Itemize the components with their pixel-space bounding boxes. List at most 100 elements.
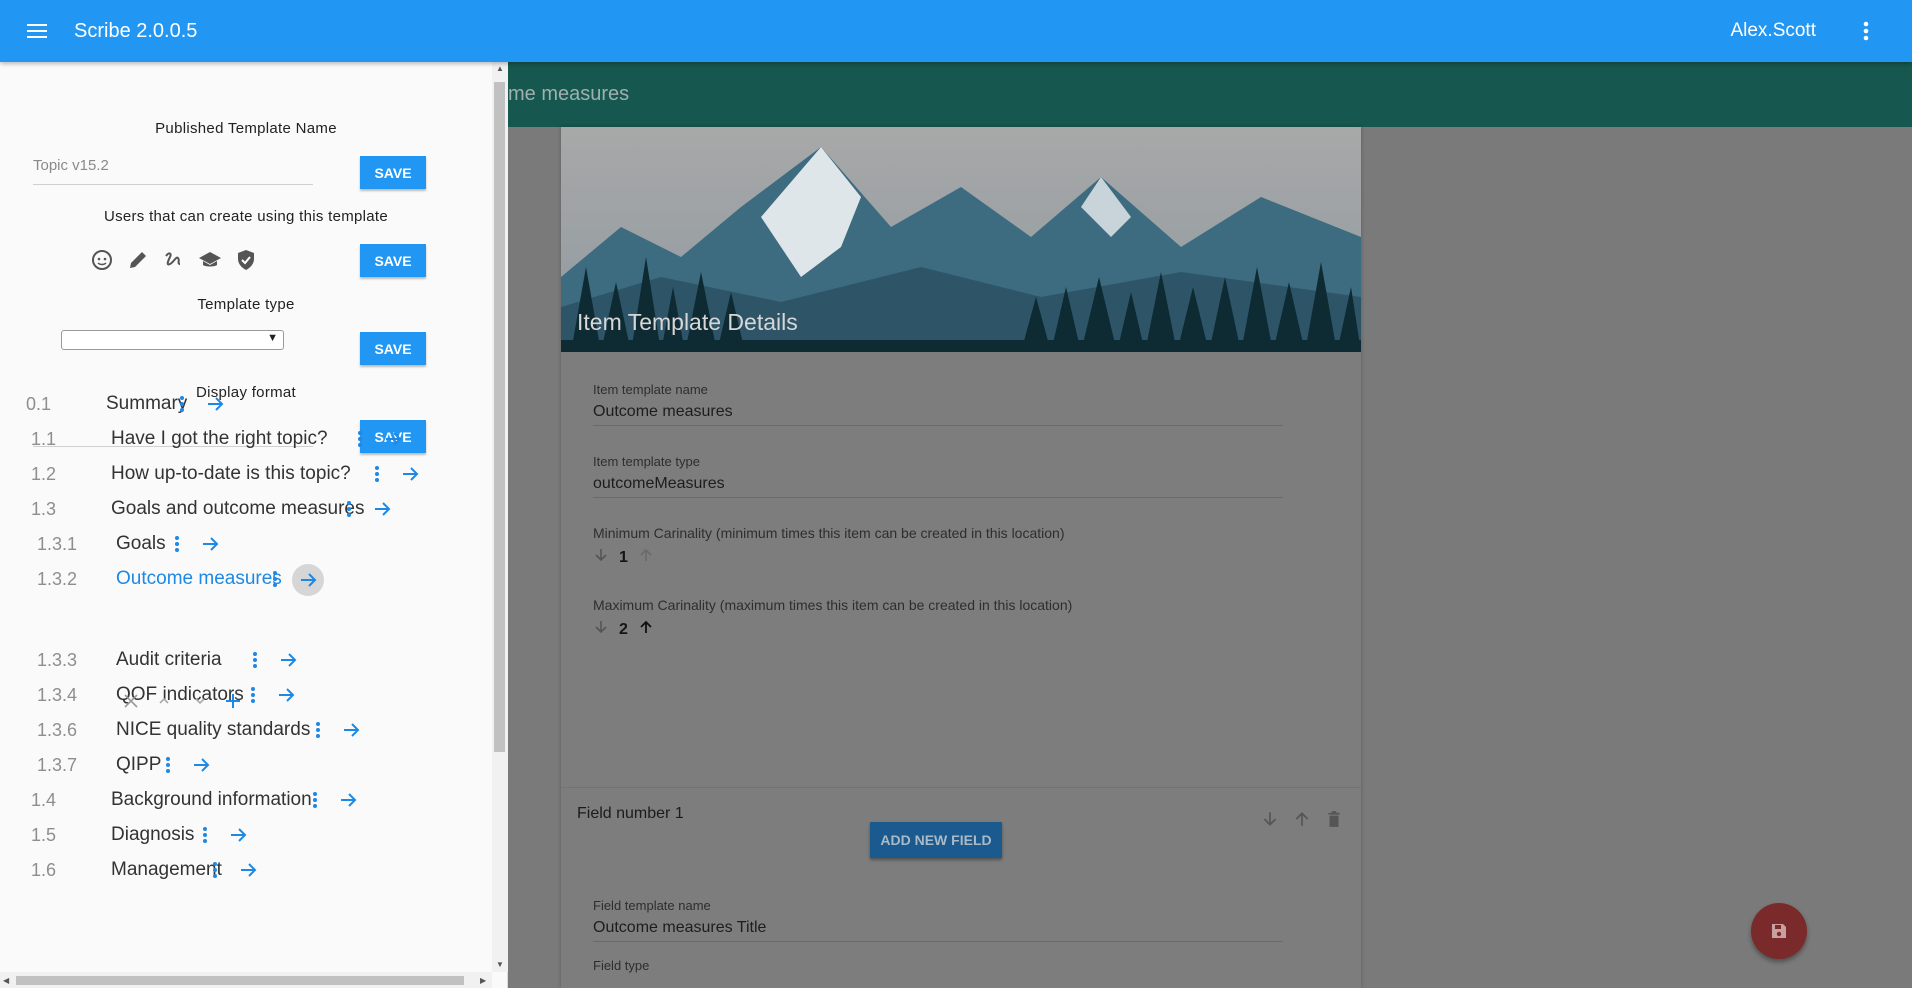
tree-item[interactable]: 1.3 Goals and outcome measures — [0, 494, 492, 524]
tree-item-label[interactable]: How up-to-date is this topic? — [111, 463, 351, 485]
tree-item[interactable]: 1.3.4 QOF indicators — [0, 680, 492, 710]
tree-item-label[interactable]: NICE quality standards — [116, 719, 310, 741]
arrow-forward-icon[interactable] — [191, 755, 211, 780]
tree-item-label[interactable]: Summary — [106, 393, 187, 415]
more-vert-icon[interactable] — [179, 395, 185, 418]
arrow-forward-icon[interactable] — [276, 685, 296, 710]
more-vert-icon[interactable] — [174, 535, 180, 558]
arrow-forward-icon[interactable] — [228, 825, 248, 850]
arrow-forward-icon[interactable] — [238, 860, 258, 885]
tree-item[interactable]: 1.3.1 Goals — [0, 529, 492, 559]
scroll-thumb[interactable] — [16, 976, 464, 985]
arrow-forward-icon[interactable] — [341, 720, 361, 745]
arrow-forward-icon[interactable] — [292, 564, 324, 601]
school-icon[interactable] — [198, 248, 222, 272]
caret-down-icon: ▼ — [267, 332, 278, 344]
signature-icon[interactable] — [162, 248, 186, 272]
arrow-forward-icon[interactable] — [383, 429, 403, 454]
tree-item[interactable]: 1.3.2 Outcome measures — [0, 564, 492, 596]
page-header: me measures — [508, 62, 1912, 127]
arrow-forward-icon[interactable] — [338, 790, 358, 815]
tree-item-label[interactable]: Goals — [116, 533, 166, 555]
more-vert-icon[interactable] — [315, 721, 321, 744]
save-published-name-button[interactable]: SAVE — [360, 156, 426, 189]
field-label: Item template name — [593, 382, 708, 397]
more-vert-icon[interactable] — [202, 826, 208, 849]
delete-icon[interactable] — [1325, 810, 1343, 833]
item-template-name-field[interactable]: Item template name Outcome measures — [593, 382, 1283, 426]
scroll-down-icon[interactable]: ▼ — [496, 960, 504, 969]
vertical-scrollbar[interactable]: ▲ ▼ — [492, 62, 508, 972]
plus-icon[interactable] — [224, 692, 242, 715]
more-vert-icon[interactable] — [346, 500, 352, 523]
more-vert-icon[interactable] — [312, 791, 318, 814]
tree-item-label[interactable]: Management — [111, 859, 222, 881]
min-cardinality-stepper: 1 — [593, 547, 654, 568]
tree-item[interactable]: 1.2 How up-to-date is this topic? — [0, 459, 492, 489]
template-type-label: Template type — [197, 296, 295, 313]
save-fab[interactable] — [1751, 903, 1807, 959]
arrow-down-icon[interactable] — [593, 619, 609, 640]
max-cardinality-value: 2 — [619, 620, 628, 638]
published-name-input[interactable]: Topic v15.2 — [33, 157, 313, 185]
more-vert-icon[interactable] — [250, 686, 256, 709]
user-name[interactable]: Alex.Scott — [1730, 20, 1816, 42]
tree-item[interactable]: 1.3.7 QIPP — [0, 750, 492, 780]
field-value: outcomeMeasures — [593, 475, 725, 492]
arrow-forward-icon[interactable] — [200, 534, 220, 559]
pencil-icon[interactable] — [126, 248, 150, 272]
close-icon[interactable] — [122, 692, 140, 715]
max-cardinality-stepper: 2 — [593, 619, 654, 640]
more-vert-icon[interactable] — [212, 861, 218, 884]
arrow-forward-icon[interactable] — [205, 394, 225, 419]
scroll-up-icon[interactable]: ▲ — [496, 64, 504, 73]
arrow-up-icon[interactable] — [638, 619, 654, 640]
more-vert-icon[interactable] — [272, 570, 278, 593]
tree-item-number: 1.4 — [31, 789, 57, 810]
more-vert-icon[interactable] — [1860, 18, 1872, 44]
tree-item-label[interactable]: Goals and outcome measures — [111, 498, 364, 520]
field-template-name-field[interactable]: Field template name Outcome measures Tit… — [593, 898, 1283, 942]
shield-check-icon[interactable] — [234, 248, 258, 272]
more-vert-icon[interactable] — [357, 430, 363, 453]
tree-item-label[interactable]: Audit criteria — [116, 649, 222, 671]
tree-item-label[interactable]: Outcome measures — [116, 568, 282, 590]
tree-item[interactable]: 1.6 Management — [0, 855, 492, 885]
template-type-select[interactable]: ▼ — [61, 330, 284, 350]
chevron-up-icon[interactable] — [152, 692, 176, 715]
tree-item[interactable]: 1.3.6 NICE quality standards — [0, 715, 492, 745]
arrow-forward-icon[interactable] — [278, 650, 298, 675]
tree-item[interactable]: 1.1 Have I got the right topic? — [0, 424, 492, 454]
tree-item-label[interactable]: Diagnosis — [111, 824, 194, 846]
arrow-up-icon[interactable] — [638, 547, 654, 568]
horizontal-scrollbar[interactable]: ◀ ▶ — [0, 972, 492, 988]
more-vert-icon[interactable] — [374, 465, 380, 488]
field-type-field[interactable]: Field type — [593, 958, 1283, 973]
tree-item[interactable]: 1.3.3 Audit criteria — [0, 645, 492, 675]
save-template-type-button[interactable]: SAVE — [360, 332, 426, 365]
hero-title: Item Template Details — [577, 309, 798, 335]
menu-icon[interactable] — [0, 0, 74, 62]
tree-item[interactable]: 0.1 Summary — [0, 389, 492, 419]
tree-item-label[interactable]: QIPP — [116, 754, 161, 776]
save-users-button[interactable]: SAVE — [360, 244, 426, 277]
more-vert-icon[interactable] — [165, 756, 171, 779]
more-vert-icon[interactable] — [252, 651, 258, 674]
arrow-forward-icon[interactable] — [400, 464, 420, 489]
arrow-forward-icon[interactable] — [372, 499, 392, 524]
arrow-up-icon[interactable] — [1293, 810, 1311, 833]
tree-item-number: 1.3.3 — [37, 649, 78, 670]
tree-item[interactable]: 1.4 Background information — [0, 785, 492, 815]
scroll-left-icon[interactable]: ◀ — [3, 976, 9, 985]
tree-item[interactable]: 1.5 Diagnosis — [0, 820, 492, 850]
tree-item-label[interactable]: Background information — [111, 789, 312, 811]
scroll-thumb[interactable] — [494, 82, 505, 752]
face-icon[interactable] — [90, 248, 114, 272]
tree-item-number: 1.3.7 — [37, 754, 78, 775]
scroll-right-icon[interactable]: ▶ — [480, 976, 486, 985]
tree-item-label[interactable]: Have I got the right topic? — [111, 428, 328, 450]
chevron-down-icon[interactable] — [188, 692, 212, 715]
item-template-type-field[interactable]: Item template type outcomeMeasures — [593, 454, 1283, 498]
arrow-down-icon[interactable] — [593, 547, 609, 568]
arrow-down-icon[interactable] — [1261, 810, 1279, 833]
